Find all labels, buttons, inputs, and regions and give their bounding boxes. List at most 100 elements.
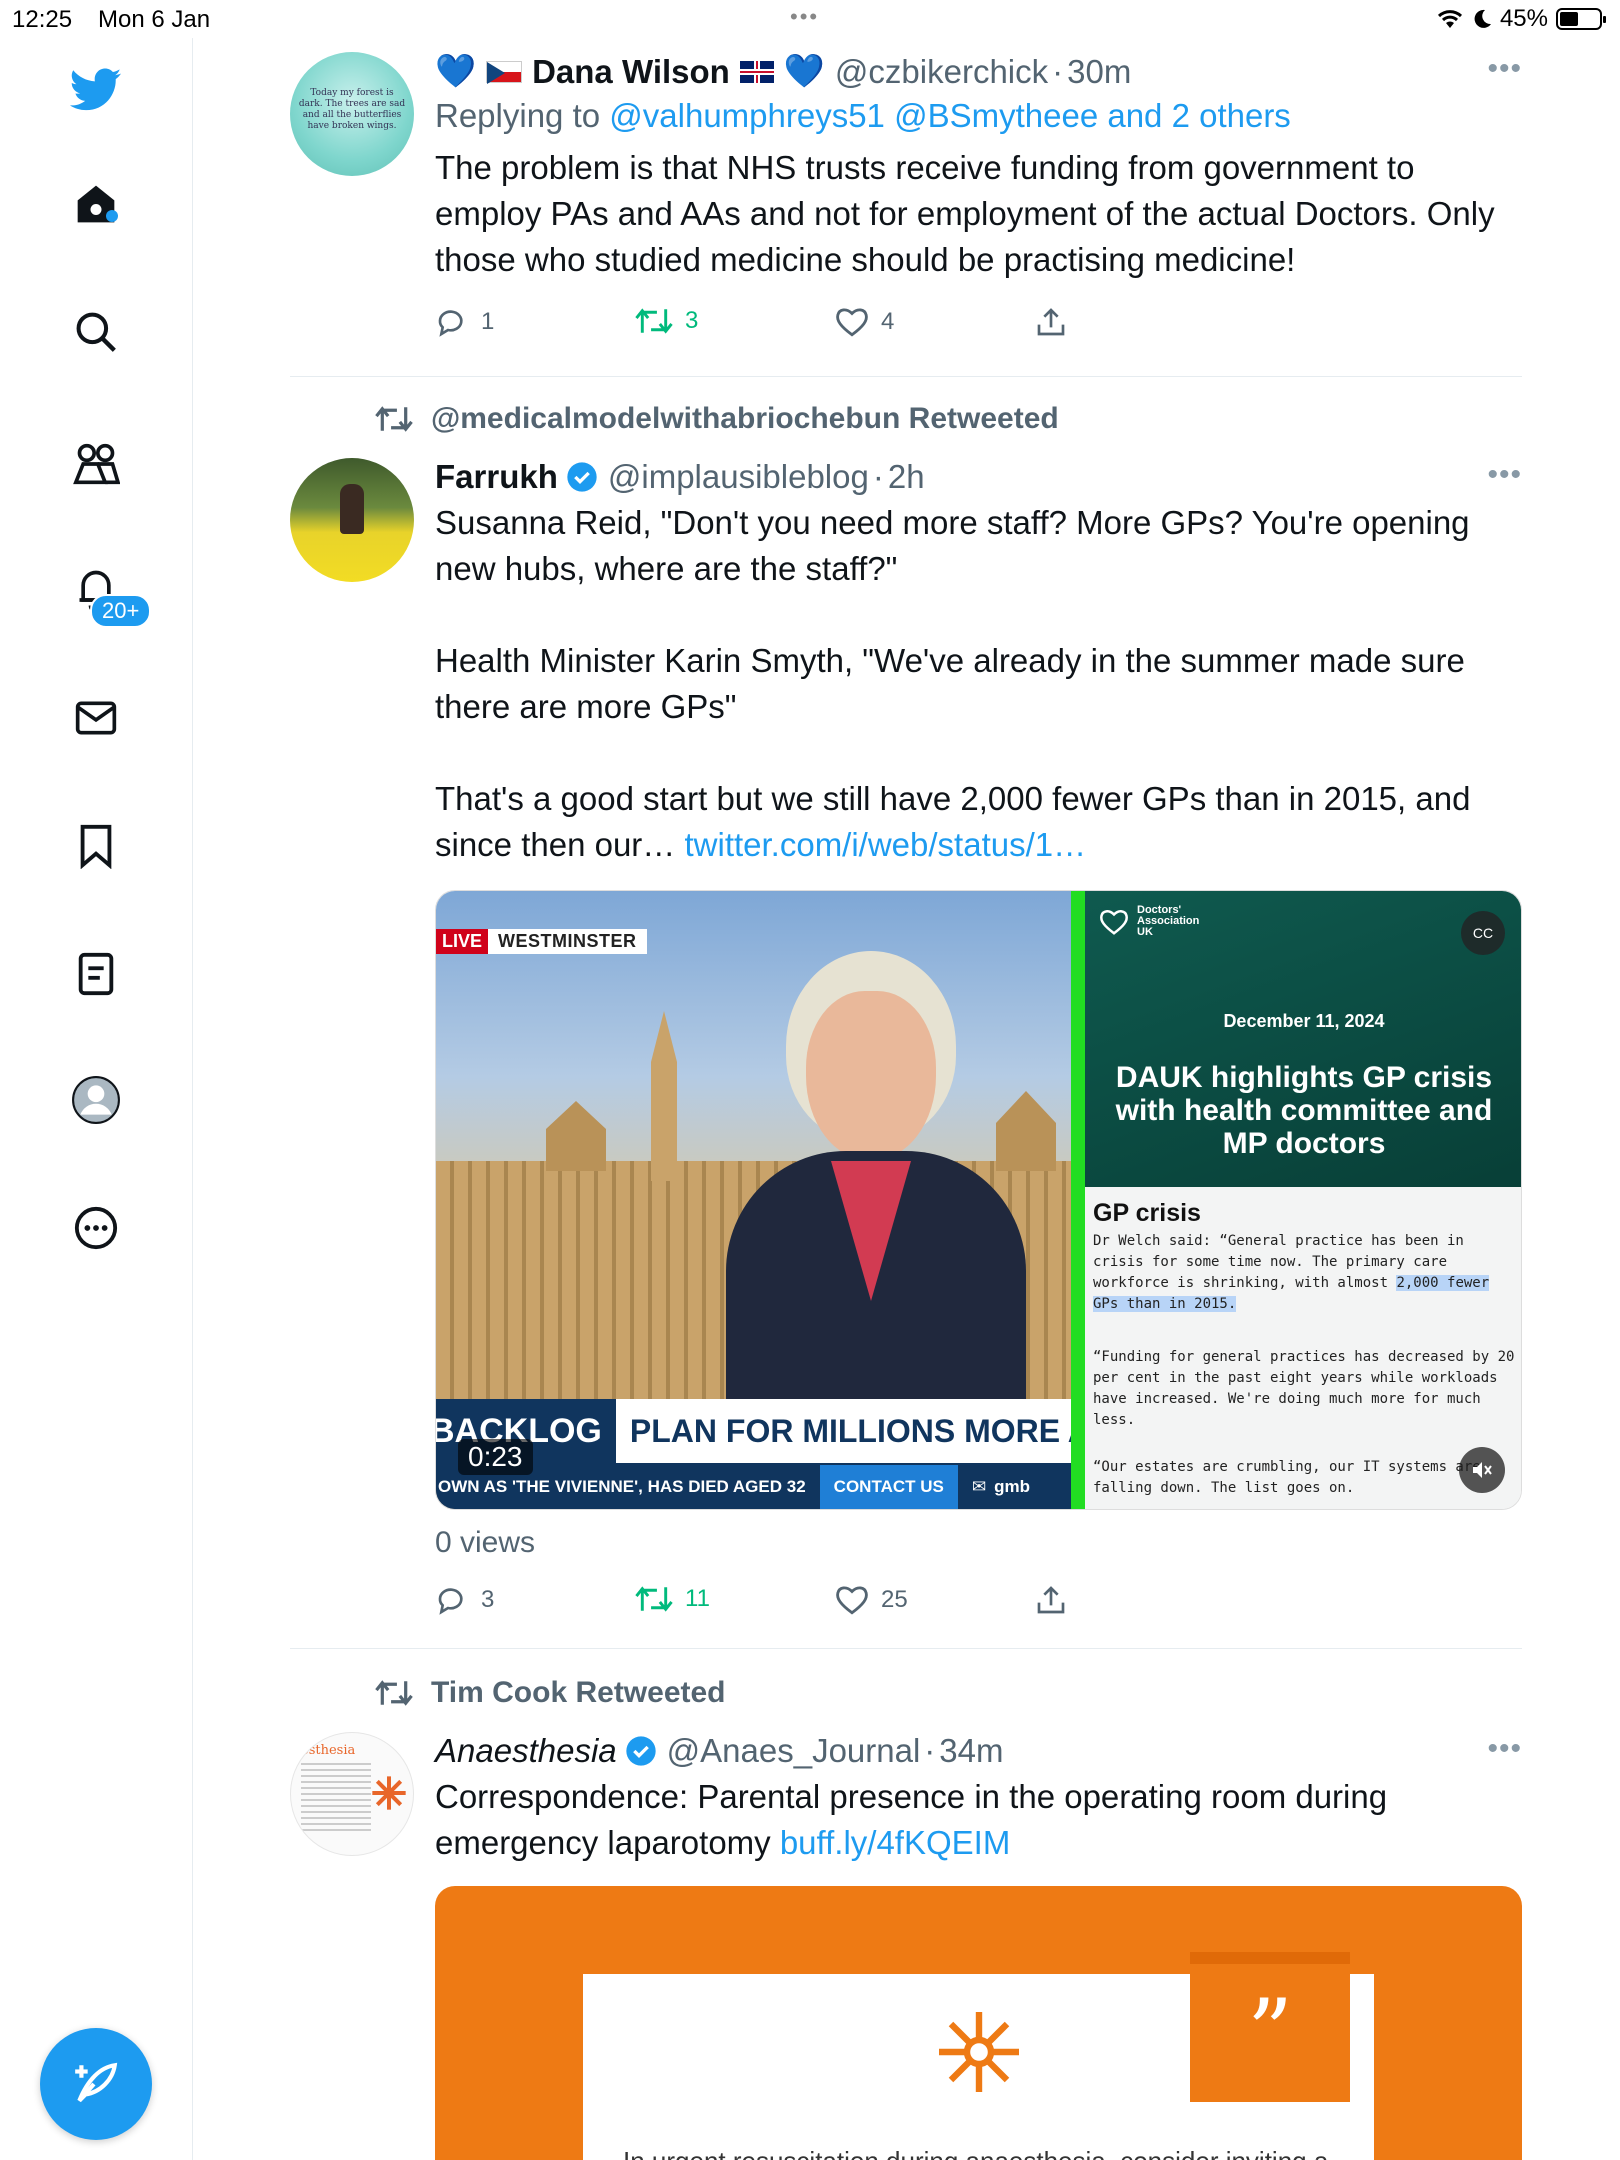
tweet[interactable]: Today my forest is dark. The trees are s… [290,52,1522,392]
replying-label: Replying to [435,97,601,134]
video-frame-broadcast: LIVE WESTMINSTER BACKLOG PLAN FOR MILLIO… [436,891,1167,1509]
heart-icon [836,308,868,337]
retweet-icon [635,1586,673,1612]
home-new-dot [106,210,118,222]
tweet-link[interactable]: buff.ly/4fKQEIM [780,1824,1010,1861]
video-frame-article: Doctors' Association UK CC December 11, … [1085,891,1521,1509]
tweet-actions: 3 11 25 [435,1584,1135,1624]
like-button[interactable]: 4 [835,306,894,338]
status-time: 12:25 [12,6,73,33]
status-right: 45% [1436,5,1606,33]
tweet-more-icon[interactable]: ••• [1487,52,1522,86]
home-icon[interactable] [70,178,122,230]
replying-to-users[interactable]: @valhumphreys51 @BSmytheee and 2 others [609,97,1291,134]
dauk-org-name: Doctors' Association UK [1137,904,1200,938]
reply-count: 3 [481,1586,495,1613]
view-count: 0 views [435,1526,536,1559]
parliament-tower [651,1011,677,1181]
tweet-time[interactable]: 2h [888,458,925,496]
battery-icon [1556,8,1606,30]
author-handle[interactable]: @czbikerchick [835,53,1048,91]
verified-badge-icon [625,1736,656,1766]
retweeted-by-text[interactable]: @medicalmodelwithabriochebun Retweeted [431,402,1059,436]
dauk-paragraph-1: Dr Welch said: “General practice has bee… [1093,1231,1517,1315]
tweet-more-icon[interactable]: ••• [1487,458,1522,492]
tweet-divider [290,376,1522,377]
reply-button[interactable]: 1 [435,306,494,338]
retweeted-by-label: Tim Cook Retweeted [375,1676,726,1710]
messages-icon[interactable] [70,692,122,744]
crawl-text: OWN AS 'THE VIVIENNE', HAS DIED AGED 32 [438,1477,806,1496]
share-button[interactable] [1035,306,1067,338]
dauk-heart-logo-icon [1100,909,1128,935]
share-button[interactable] [1035,1584,1067,1616]
retweet-button[interactable]: 11 [635,1584,710,1614]
lists-icon[interactable] [70,948,122,1000]
retweeted-by-text[interactable]: Tim Cook Retweeted [431,1676,726,1710]
profile-avatar-icon[interactable] [70,1074,122,1126]
sidebar: 20+ [0,38,193,2160]
heart-icon [836,1586,868,1615]
email-icon: ✉ [971,1477,987,1496]
asterisk-logo-icon [372,1776,406,1810]
tweet-divider [290,1648,1522,1649]
mute-button[interactable] [1459,1447,1505,1493]
like-count: 4 [881,308,895,335]
quote-bookmark-icon: ” [1190,1952,1350,2102]
verified-badge-icon [567,462,597,492]
czech-flag-icon [486,60,523,84]
tweet-video[interactable]: LIVE WESTMINSTER BACKLOG PLAN FOR MILLIO… [435,890,1522,1510]
reply-button[interactable]: 3 [435,1584,494,1616]
link-card-image[interactable]: In urgent resuscitation during anaesthes… [435,1886,1522,2160]
like-button[interactable]: 25 [835,1584,908,1616]
author-handle[interactable]: @implausibleblog [608,458,869,496]
card-text: In urgent resuscitation during anaesthes… [623,2146,1328,2160]
live-badge: LIVE [436,929,489,954]
reply-icon [438,1588,463,1615]
retweet-count: 11 [685,1585,710,1612]
tweet-link[interactable]: twitter.com/i/web/status/1… [684,826,1086,863]
tweet-text-paragraph-1: Susanna Reid, "Don't you need more staff… [435,504,1479,587]
speaker-muted-icon [1473,1462,1492,1478]
video-duration: 0:23 [458,1439,533,1475]
status-bar: 12:25 Mon 6 Jan ••• 45% [0,0,1620,38]
search-icon[interactable] [70,306,122,358]
reply-count: 1 [481,308,495,335]
author-name[interactable]: Anaesthesia [435,1732,617,1770]
author-handle[interactable]: @Anaes_Journal [667,1732,921,1770]
retweet-button[interactable]: 3 [635,306,698,336]
battery-percent: 45% [1499,5,1548,32]
blue-heart-icon: 💙 [783,52,825,89]
green-separator [1071,891,1085,1509]
caption-icon: CC [1461,911,1505,955]
author-name[interactable]: Dana Wilson [532,53,730,91]
tweet-more-icon[interactable]: ••• [1487,1732,1522,1766]
avatar-dana-wilson[interactable]: Today my forest is dark. The trees are s… [290,52,414,176]
retweeted-by-label: @medicalmodelwithabriochebun Retweeted [375,402,1059,436]
tweet-text-paragraph-3: That's a good start but we still have 2,… [435,776,1522,868]
multitasking-dots[interactable]: ••• [790,4,819,30]
notifications-badge: 20+ [90,594,152,628]
retweet-icon [635,308,673,334]
compose-tweet-button[interactable] [40,2028,152,2140]
dauk-heading: GP crisis [1093,1199,1201,1227]
replying-to: Replying to @valhumphreys51 @BSmytheee a… [435,97,1522,135]
twitter-logo-icon[interactable] [70,64,122,116]
more-options-icon[interactable] [70,1202,122,1254]
retweet-icon [375,1680,413,1706]
retweet-icon [375,406,413,432]
avatar-farrukh[interactable] [290,458,414,582]
author-name[interactable]: Farrukh [435,458,558,496]
bookmarks-icon[interactable] [70,820,122,872]
dauk-date: December 11, 2024 [1223,1011,1385,1031]
dauk-paragraph-2: “Funding for general practices has decre… [1093,1349,1515,1428]
status-date: Mon 6 Jan [98,6,211,33]
avatar-anaesthesia[interactable]: esthesia [290,1732,414,1856]
tweet-time[interactable]: 30m [1067,53,1131,91]
wifi-icon [1437,10,1462,28]
blue-heart-icon: 💙 [435,52,477,89]
communities-icon[interactable] [70,438,122,490]
reply-icon [438,310,463,337]
tweet-time[interactable]: 34m [939,1732,1003,1770]
dauk-header: Doctors' Association UK CC December 11, … [1085,891,1521,1187]
